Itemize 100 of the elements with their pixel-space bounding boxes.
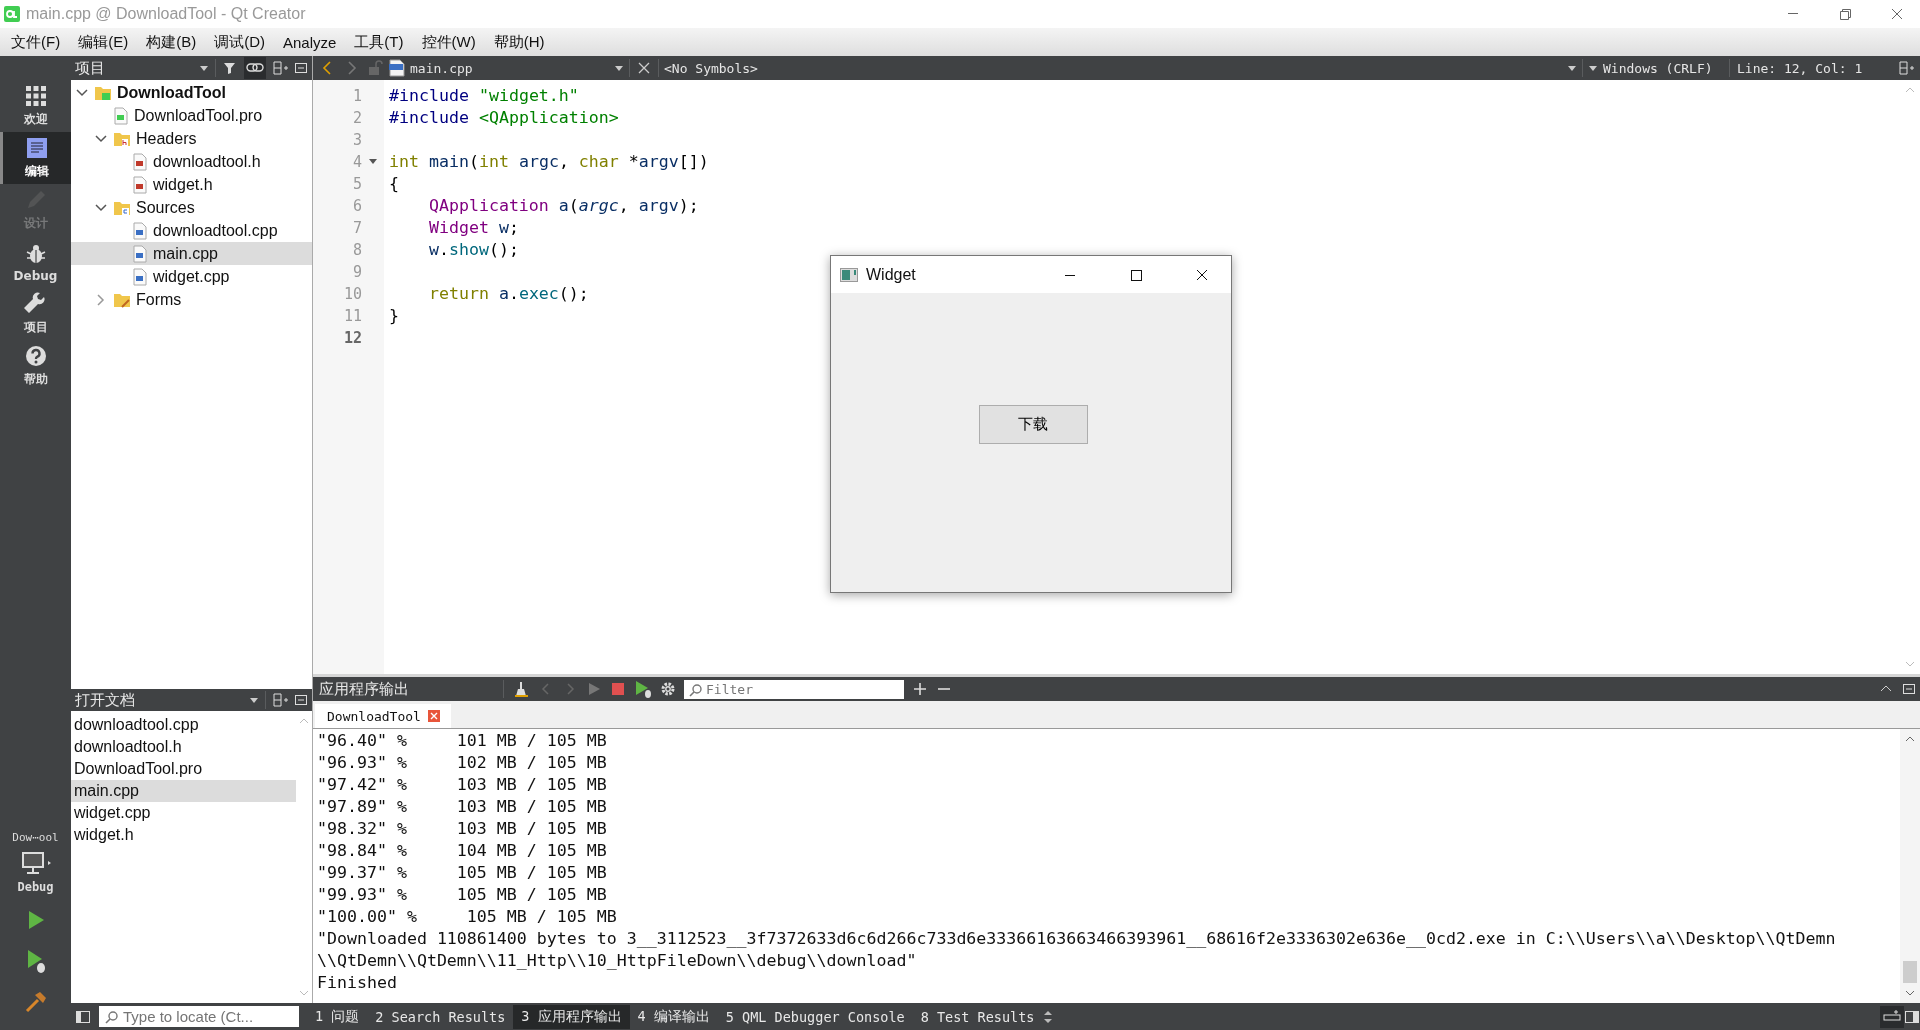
settings-icon[interactable] bbox=[660, 681, 676, 697]
menu-item[interactable]: 调试(D) bbox=[205, 29, 274, 55]
menu-item[interactable]: 构建(B) bbox=[137, 29, 206, 55]
line-number: 10 bbox=[343, 285, 362, 303]
help-icon bbox=[23, 344, 48, 368]
document-item[interactable]: downloadtool.h bbox=[71, 736, 296, 758]
lock-icon bbox=[367, 59, 383, 77]
fold-marker-icon[interactable] bbox=[368, 158, 378, 166]
tree-item[interactable]: downloadtool.h bbox=[71, 150, 312, 173]
sidebar-toggle-icon[interactable] bbox=[75, 1008, 91, 1025]
code-line: int main(int argc, char *argv[]) bbox=[389, 151, 709, 173]
window-icon bbox=[840, 267, 858, 282]
menu-item[interactable]: 工具(T) bbox=[345, 29, 413, 55]
document-item[interactable]: widget.cpp bbox=[71, 802, 296, 824]
search-icon bbox=[689, 682, 703, 697]
document-item[interactable]: downloadtool.cpp bbox=[71, 714, 296, 736]
document-item[interactable]: widget.h bbox=[71, 824, 296, 846]
panel-title[interactable]: 项目 bbox=[75, 58, 105, 78]
kit-project-name: Dow⋯ool bbox=[12, 831, 59, 844]
cursor-position[interactable]: Line: 12, Col: 1 bbox=[1737, 60, 1863, 76]
up-down-icon[interactable] bbox=[1042, 1008, 1055, 1025]
caret-down-icon[interactable] bbox=[1567, 64, 1577, 72]
hammer-icon[interactable] bbox=[23, 990, 48, 1014]
mode-button[interactable]: Debug bbox=[0, 236, 71, 288]
build-config-label: Debug bbox=[17, 880, 54, 894]
tree-item[interactable]: downloadtool.cpp bbox=[71, 219, 312, 242]
tree-item[interactable]: DownloadTool.pro bbox=[71, 104, 312, 127]
filter-field[interactable]: Filter bbox=[684, 679, 904, 699]
scrollbar[interactable] bbox=[1900, 729, 1920, 1003]
scrollbar-thumb[interactable] bbox=[1903, 961, 1917, 983]
close-panel-icon[interactable] bbox=[294, 61, 308, 75]
menu-item[interactable]: 文件(F) bbox=[2, 29, 70, 55]
file-dropdown[interactable]: main.cpp bbox=[388, 59, 624, 77]
code-line: #include <QApplication> bbox=[389, 107, 619, 129]
panel-title[interactable]: 打开文档 bbox=[75, 690, 135, 710]
output-line: "98.84" % 104 MB / 105 MB bbox=[317, 840, 608, 862]
menu-item[interactable]: 控件(W) bbox=[412, 29, 485, 55]
mode-button[interactable]: 编辑 bbox=[0, 132, 71, 184]
tree-item[interactable]: DownloadTool bbox=[71, 81, 312, 104]
project-folder-icon bbox=[94, 84, 112, 101]
output-line: "Downloaded 110861400 bytes to 3__3112523__3f7372633d6c6d266c733d6e33366163663466393961__68616f2e3336302e636e__0cd2.exe in C:\\Users\\a\\Desktop\\QtDemn\\QtDemn\\QtDemn\\11_Http\\10_HttpFileDown\\debug\\download" bbox=[317, 928, 1837, 972]
caret-down-icon[interactable] bbox=[1588, 64, 1598, 72]
output-pane-tab[interactable]: 1 问题 bbox=[307, 1004, 368, 1029]
code-line: return a.exec(); bbox=[427, 283, 589, 305]
panel-title[interactable]: 应用程序输出 bbox=[317, 679, 495, 699]
caret-down-icon[interactable] bbox=[614, 64, 624, 72]
document-icon bbox=[25, 136, 49, 160]
mode-button[interactable]: 欢迎 bbox=[0, 80, 71, 132]
line-number: 2 bbox=[352, 109, 362, 127]
debug-run-icon[interactable] bbox=[634, 680, 652, 698]
tree-item[interactable]: Sources bbox=[71, 196, 312, 219]
download-button[interactable]: 下载 bbox=[978, 405, 1088, 444]
output-pane-tab[interactable]: 2 Search Results bbox=[367, 1005, 514, 1028]
window-title: main.cpp @ DownloadTool - Qt Creator bbox=[26, 5, 306, 23]
close-tab-icon[interactable] bbox=[426, 709, 441, 723]
output-line: "99.37" % 105 MB / 105 MB bbox=[317, 862, 608, 884]
line-ending-dropdown[interactable]: Windows (CRLF) bbox=[1588, 60, 1724, 76]
line-number: 9 bbox=[352, 263, 362, 281]
split-icon[interactable] bbox=[1898, 60, 1914, 76]
link-icon[interactable] bbox=[244, 57, 266, 79]
tree-item[interactable]: widget.h bbox=[71, 173, 312, 196]
filter-icon[interactable] bbox=[222, 60, 238, 76]
output-tab[interactable]: DownloadTool bbox=[315, 704, 451, 728]
output-line: "99.93" % 105 MB / 105 MB bbox=[317, 884, 608, 906]
caret-down-icon[interactable] bbox=[249, 696, 259, 704]
menu-item[interactable]: Analyze bbox=[274, 30, 346, 54]
right-sidebar-icon[interactable] bbox=[1904, 1008, 1920, 1025]
output-pane-tab[interactable]: 4 编译输出 bbox=[629, 1004, 718, 1029]
document-item[interactable]: DownloadTool.pro bbox=[71, 758, 296, 780]
output-line: "97.89" % 103 MB / 105 MB bbox=[317, 796, 608, 818]
tree-item[interactable]: Headers bbox=[71, 127, 312, 150]
symbols-dropdown[interactable]: <No Symbols> bbox=[664, 60, 1562, 76]
close-panel-icon[interactable] bbox=[1902, 682, 1916, 696]
output-pane-tab[interactable]: 5 QML Debugger Console bbox=[717, 1005, 913, 1028]
tree-item[interactable]: main.cpp bbox=[71, 242, 312, 265]
grid-icon bbox=[23, 84, 48, 108]
split-icon[interactable] bbox=[272, 60, 288, 76]
line-number: 6 bbox=[352, 197, 362, 215]
mode-button[interactable]: 帮助 bbox=[0, 340, 71, 392]
caret-down-icon[interactable] bbox=[199, 64, 209, 72]
stop-icon[interactable] bbox=[610, 681, 626, 697]
document-item[interactable]: main.cpp bbox=[71, 780, 296, 802]
close-panel-icon[interactable] bbox=[294, 693, 308, 707]
tree-item[interactable]: widget.cpp bbox=[71, 265, 312, 288]
source-file-icon bbox=[132, 267, 148, 286]
broom-icon[interactable] bbox=[512, 680, 530, 698]
output-pane-tab[interactable]: 3 应用程序输出 bbox=[513, 1004, 630, 1029]
split-icon[interactable] bbox=[272, 692, 288, 708]
folder-icon bbox=[113, 199, 131, 216]
locator-field[interactable]: Type to locate (Ct... bbox=[99, 1006, 299, 1027]
folder-icon bbox=[113, 130, 131, 147]
search-icon bbox=[105, 1010, 119, 1024]
menu-item[interactable]: 帮助(H) bbox=[484, 29, 554, 55]
mode-button[interactable]: 项目 bbox=[0, 288, 71, 340]
tree-item[interactable]: Forms bbox=[71, 288, 312, 311]
menu-item[interactable]: 编辑(E) bbox=[69, 29, 138, 55]
line-number: 3 bbox=[352, 131, 362, 149]
output-pane-tab[interactable]: 8 Test Results bbox=[912, 1005, 1043, 1028]
plus-icon[interactable] bbox=[912, 681, 928, 697]
progress-toggle-icon[interactable] bbox=[1880, 1005, 1904, 1028]
